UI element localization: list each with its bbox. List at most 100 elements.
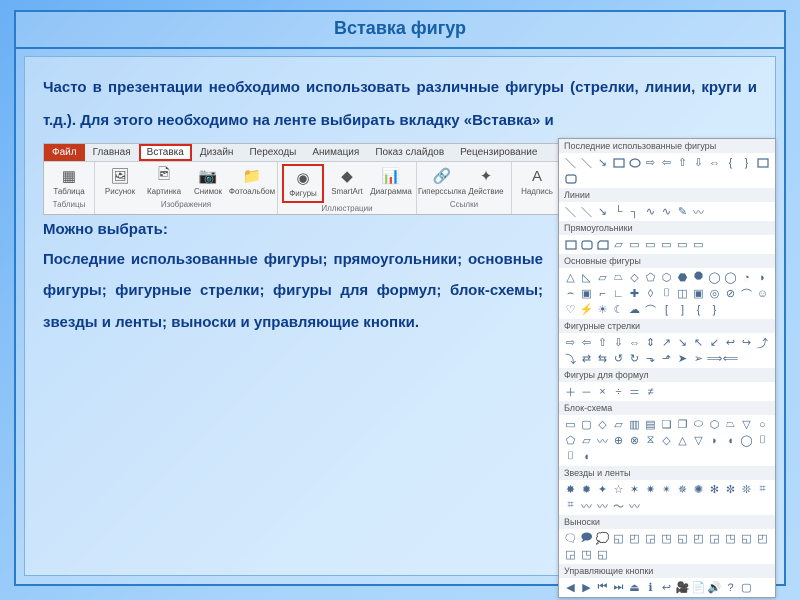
- shape-sniprect-icon[interactable]: ▭: [692, 238, 705, 251]
- shape-arrow-icon[interactable]: ➢: [692, 352, 705, 365]
- shape-ellipse-icon[interactable]: [628, 156, 641, 169]
- shape-arrow-icon[interactable]: ⇨: [564, 336, 577, 349]
- tab-home[interactable]: Главная: [85, 144, 139, 161]
- shape-connector-icon[interactable]: ○: [756, 418, 769, 431]
- shape-altprocess-icon[interactable]: ▢: [580, 418, 593, 431]
- tab-transitions[interactable]: Переходы: [241, 144, 304, 161]
- shape-terminator-icon[interactable]: ⬭: [692, 418, 705, 431]
- shape-chord-icon[interactable]: ◗: [756, 271, 769, 284]
- shape-blockarc-icon[interactable]: ⌒: [740, 287, 753, 300]
- shape-card-icon[interactable]: ▱: [580, 434, 593, 447]
- shape-brace-icon[interactable]: }: [740, 156, 753, 169]
- shape-hexagon-icon[interactable]: ⬡: [660, 271, 673, 284]
- shape-manualop-icon[interactable]: ▽: [740, 418, 753, 431]
- shape-sniprect-icon[interactable]: ▭: [628, 238, 641, 251]
- btn-chart[interactable]: 📊Диаграмма: [370, 164, 412, 203]
- shape-sniprect-icon[interactable]: ▭: [660, 238, 673, 251]
- shape-arrow-icon[interactable]: ⬏: [660, 352, 673, 365]
- shape-sniprect-icon[interactable]: ▱: [612, 238, 625, 251]
- tab-file[interactable]: Файл: [44, 144, 85, 161]
- shape-arrow-icon[interactable]: ⬎: [644, 352, 657, 365]
- shape-plaque-icon[interactable]: ◊: [644, 287, 657, 300]
- shape-process-icon[interactable]: ▭: [564, 418, 577, 431]
- shape-pie-icon[interactable]: ◔: [740, 271, 753, 284]
- btn-smartart[interactable]: ◆SmartArt: [326, 164, 368, 203]
- shape-magnetic-icon[interactable]: ⌷: [756, 434, 769, 447]
- shape-donut-icon[interactable]: ◎: [708, 287, 721, 300]
- shape-line-icon[interactable]: ＼: [564, 156, 577, 169]
- shape-line-icon[interactable]: ↘: [596, 205, 609, 218]
- shape-arrow-icon[interactable]: ↻: [628, 352, 641, 365]
- shape-multi-icon[interactable]: ❐: [676, 418, 689, 431]
- shape-actionbtn-icon[interactable]: ▢: [740, 581, 753, 594]
- shape-freeform-icon[interactable]: ✎: [676, 205, 689, 218]
- shape-display-icon[interactable]: ◖: [580, 450, 593, 463]
- shape-arrow-icon[interactable]: ⇦: [660, 156, 673, 169]
- shape-elbow-icon[interactable]: └: [612, 205, 625, 218]
- shape-or-icon[interactable]: ⊗: [628, 434, 641, 447]
- shape-bracket-icon[interactable]: ]: [676, 303, 689, 316]
- shape-arc-icon[interactable]: ⌒: [644, 303, 657, 316]
- shape-arrow-icon[interactable]: ⤵: [564, 352, 577, 365]
- shape-star10-icon[interactable]: ✵: [676, 483, 689, 496]
- shape-equal-icon[interactable]: ＝: [628, 385, 641, 398]
- shape-decision-icon[interactable]: ◇: [596, 418, 609, 431]
- shape-star32-icon[interactable]: ❊: [740, 483, 753, 496]
- btn-table[interactable]: ▦ Таблица: [48, 164, 90, 199]
- shape-notequal-icon[interactable]: ≠: [644, 385, 657, 398]
- shape-stored-icon[interactable]: ◗: [708, 434, 721, 447]
- shape-tape-icon[interactable]: 〰: [596, 434, 609, 447]
- shape-arrow-icon[interactable]: ⇧: [676, 156, 689, 169]
- shape-trapezoid-icon[interactable]: ⏢: [612, 271, 625, 284]
- shape-sniprect-icon[interactable]: ▭: [676, 238, 689, 251]
- shape-merge-icon[interactable]: ▽: [692, 434, 705, 447]
- shape-halfframe-icon[interactable]: ⌐: [596, 287, 609, 300]
- shape-parallelogram-icon[interactable]: ▱: [596, 271, 609, 284]
- shape-triangle-icon[interactable]: △: [564, 271, 577, 284]
- shape-star8-icon[interactable]: ✴: [660, 483, 673, 496]
- shape-decagon-icon[interactable]: ◯: [708, 271, 721, 284]
- shape-elbow-icon[interactable]: ┐: [628, 205, 641, 218]
- btn-clipart[interactable]: 🖻Картинка: [143, 164, 185, 199]
- shape-line-icon[interactable]: ＼: [564, 205, 577, 218]
- tab-slideshow[interactable]: Показ слайдов: [367, 144, 452, 161]
- shape-data-icon[interactable]: ▱: [612, 418, 625, 431]
- shape-arrow-icon[interactable]: ⇔: [708, 156, 721, 169]
- shape-arrow-icon[interactable]: ↘: [676, 336, 689, 349]
- shape-arrow-icon[interactable]: ↗: [660, 336, 673, 349]
- shape-curve-icon[interactable]: ∿: [644, 205, 657, 218]
- shape-callout-icon[interactable]: ◰: [628, 532, 641, 545]
- shape-cube-icon[interactable]: ◫: [676, 287, 689, 300]
- shape-collate-icon[interactable]: ⧖: [644, 434, 657, 447]
- shape-arrow-icon[interactable]: ↖: [692, 336, 705, 349]
- shape-arrow-icon[interactable]: ↺: [612, 352, 625, 365]
- shape-callout-icon[interactable]: ◰: [756, 532, 769, 545]
- shape-wave-icon[interactable]: 〜: [612, 499, 625, 512]
- shape-scroll-icon[interactable]: 〰: [580, 499, 593, 512]
- shape-actionbtn-icon[interactable]: ↩: [660, 581, 673, 594]
- shape-can-icon[interactable]: ⌷: [660, 287, 673, 300]
- shape-actionbtn-icon[interactable]: ⏭: [612, 581, 625, 594]
- shape-scroll-icon[interactable]: 〰: [596, 499, 609, 512]
- shape-callout-icon[interactable]: ◱: [740, 532, 753, 545]
- shape-teardrop-icon[interactable]: ⌢: [564, 287, 577, 300]
- shape-heart-icon[interactable]: ♡: [564, 303, 577, 316]
- shape-bracket-icon[interactable]: [: [660, 303, 673, 316]
- shape-callout-icon[interactable]: ◱: [596, 548, 609, 561]
- shape-actionbtn-icon[interactable]: 🎥: [676, 581, 689, 594]
- shape-callout-icon[interactable]: ◱: [676, 532, 689, 545]
- btn-shapes[interactable]: ◉Фигуры: [282, 164, 324, 203]
- shape-connector-icon[interactable]: ↘: [596, 156, 609, 169]
- shape-brace-icon[interactable]: {: [724, 156, 737, 169]
- shape-actionbtn-icon[interactable]: ?: [724, 581, 737, 594]
- btn-photoalbum[interactable]: 📁Фотоальбом: [231, 164, 273, 199]
- shape-divide-icon[interactable]: ÷: [612, 385, 625, 398]
- shape-noentry-icon[interactable]: ⊘: [724, 287, 737, 300]
- shape-rtriangle-icon[interactable]: ◺: [580, 271, 593, 284]
- shape-callout-icon[interactable]: ◲: [708, 532, 721, 545]
- shape-smiley-icon[interactable]: ☺: [756, 287, 769, 300]
- shape-predefined-icon[interactable]: ▥: [628, 418, 641, 431]
- shape-sum-icon[interactable]: ⊕: [612, 434, 625, 447]
- tab-animation[interactable]: Анимация: [304, 144, 367, 161]
- shape-explosion-icon[interactable]: ✸: [564, 483, 577, 496]
